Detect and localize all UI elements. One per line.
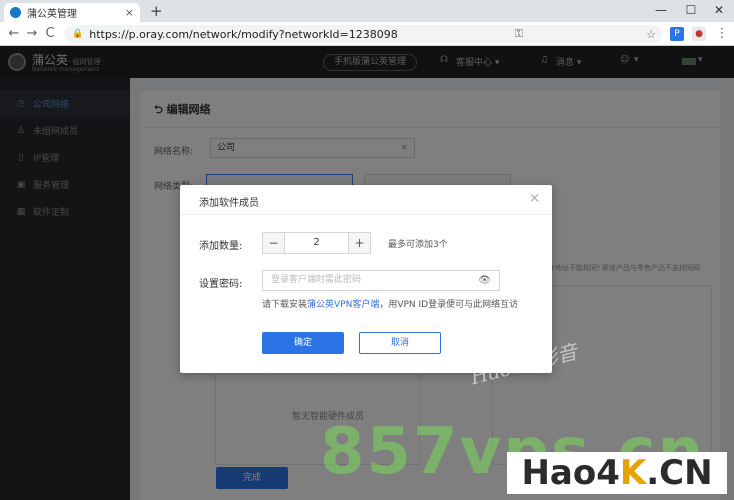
extension-p-icon[interactable]: P [670, 27, 684, 41]
eye-icon[interactable]: 👁 [478, 271, 491, 290]
download-hint-prefix: 请下载安装 [262, 300, 308, 310]
menu-icon[interactable]: ⋮ [712, 24, 732, 44]
increment-button[interactable]: + [349, 233, 370, 253]
minimize-button[interactable]: — [646, 0, 676, 22]
address-bar[interactable]: 🔒 https://p.oray.com/network/modify?netw… [64, 25, 662, 43]
maximize-button[interactable]: ☐ [676, 0, 706, 22]
new-tab-button[interactable]: + [150, 3, 163, 19]
quantity-input[interactable]: 2 [284, 233, 349, 253]
close-icon[interactable]: × [529, 191, 540, 206]
confirm-button[interactable]: 确定 [262, 332, 344, 354]
dialog-title: 添加软件成员 [199, 198, 259, 209]
forward-icon[interactable]: → [22, 24, 42, 44]
url-text: https://p.oray.com/network/modify?networ… [89, 27, 398, 41]
count-label: 添加数量: [199, 241, 243, 252]
lock-icon: 🔒 [72, 29, 84, 39]
download-hint-suffix: ，用VPN ID登录便可与此网络互访 [379, 300, 519, 310]
dialog-header: 添加软件成员 × [180, 185, 552, 215]
add-software-member-dialog: 添加软件成员 × 添加数量: − 2 + 最多可添加3个 设置密码: 登录客户端… [180, 185, 552, 373]
watermark-hao4-text: Hao4 [521, 453, 620, 493]
watermark-k-text: K [619, 453, 647, 493]
extension-shield-icon[interactable]: ● [692, 27, 706, 41]
browser-tab-bar: 蒲公英管理 × + — ☐ ✕ [0, 0, 734, 22]
key-icon[interactable]: ⚿ [515, 27, 523, 41]
download-hint: 请下载安装蒲公英VPN客户端，用VPN ID登录便可与此网络互访 [262, 297, 518, 310]
tab-title: 蒲公英管理 [27, 9, 77, 20]
browser-toolbar: ← → C 🔒 https://p.oray.com/network/modif… [0, 22, 734, 46]
password-label: 设置密码: [199, 279, 243, 290]
quantity-stepper: − 2 + [262, 232, 371, 254]
close-window-button[interactable]: ✕ [704, 0, 734, 22]
favicon-icon [10, 7, 21, 18]
watermark-hao4k-logo: Hao4K.CN [507, 452, 727, 494]
decrement-button[interactable]: − [263, 233, 284, 253]
vpn-client-link[interactable]: 蒲公英VPN客户端 [307, 300, 379, 310]
max-count-hint: 最多可添加3个 [388, 240, 448, 250]
reload-icon[interactable]: C [40, 24, 60, 44]
cancel-button[interactable]: 取消 [359, 332, 441, 354]
password-placeholder: 登录客户端时需此密码 [271, 275, 362, 285]
password-input[interactable]: 登录客户端时需此密码 👁 [262, 270, 500, 291]
back-icon[interactable]: ← [4, 24, 24, 44]
bookmark-star-icon[interactable]: ☆ [646, 28, 656, 41]
tab-close-icon[interactable]: × [125, 6, 134, 19]
browser-tab[interactable]: 蒲公英管理 × [4, 3, 140, 22]
watermark-cn-text: .CN [646, 453, 713, 493]
